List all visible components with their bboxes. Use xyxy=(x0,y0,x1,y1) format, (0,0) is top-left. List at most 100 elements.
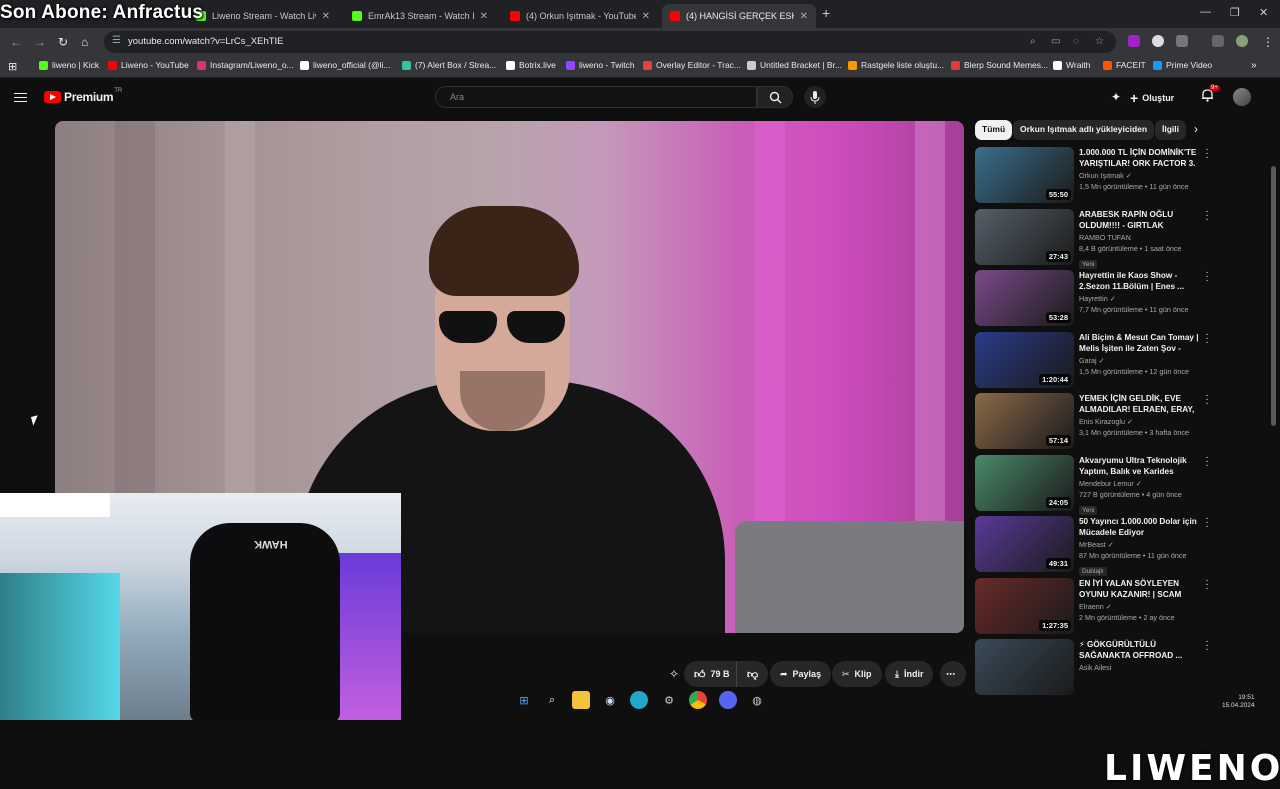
extension-icon[interactable] xyxy=(1128,35,1140,47)
video-title[interactable]: Ali Biçim & Mesut Can Tomay | Melis İşit… xyxy=(1079,332,1199,354)
video-title[interactable]: YEMEK İÇİN GELDİK, EVE ALMADILAR! ELRAEN… xyxy=(1079,393,1199,415)
search-button[interactable] xyxy=(757,86,793,108)
maximize-icon[interactable]: ❐ xyxy=(1230,6,1240,19)
folder-icon[interactable] xyxy=(572,691,590,709)
menu-hamburger-icon[interactable] xyxy=(14,90,27,105)
app-icon[interactable]: ◍ xyxy=(748,691,766,709)
video-card[interactable]: 57:14 YEMEK İÇİN GELDİK, EVE ALMADILAR! E… xyxy=(975,391,1209,451)
video-thumbnail[interactable] xyxy=(975,639,1074,695)
close-window-icon[interactable]: ✕ xyxy=(1259,6,1268,19)
bookmark-item[interactable]: Untitled Bracket | Br... xyxy=(747,60,842,70)
video-card[interactable]: ⚡ GÖKGÜRÜLTÜLÜ SAĞANAKTA OFFROAD ... Asik… xyxy=(975,637,1209,697)
channel-name[interactable]: Mendebur Lemur ✓ xyxy=(1079,479,1199,488)
site-info-icon[interactable]: ☰ xyxy=(112,35,121,46)
youtube-premium-logo[interactable]: Premium TR xyxy=(44,88,122,104)
tab-search-icon[interactable] xyxy=(1212,35,1224,47)
eye-off-icon[interactable]: ◌ xyxy=(1073,36,1079,47)
video-title[interactable]: Akvaryumu Ultra Teknolojik Yaptım, Balık… xyxy=(1079,455,1199,477)
bookmark-item[interactable]: Blerp Sound Memes... xyxy=(951,60,1048,70)
video-card[interactable]: 55:50 1.000.000 TL İÇİN DOMİNİK'TE YARIŞT… xyxy=(975,145,1209,205)
more-vert-icon[interactable]: · · · xyxy=(1205,206,1209,224)
video-card[interactable]: 27:43 ARABESK RAPİN OĞLU OLDUM!!!! - GIRT… xyxy=(975,206,1209,269)
video-thumbnail[interactable]: 24:05 xyxy=(975,454,1074,511)
channel-name[interactable]: Elraenn ✓ xyxy=(1079,602,1199,611)
more-actions-button[interactable]: ⋯ xyxy=(940,661,966,687)
video-thumbnail[interactable]: 55:50 xyxy=(975,147,1074,203)
steam-icon[interactable]: ◉ xyxy=(601,691,619,709)
bookmark-item[interactable]: Wraith xyxy=(1053,60,1090,70)
channel-name[interactable]: MrBeast ✓ xyxy=(1079,540,1199,549)
chip-related[interactable]: İlgili xyxy=(1155,120,1186,140)
video-card[interactable]: 1:20:44 Ali Biçim & Mesut Can Tomay | Mel… xyxy=(975,329,1209,390)
apps-grid-icon[interactable]: ⊞ xyxy=(8,60,17,73)
premium-badge-icon[interactable]: ✦ xyxy=(1111,90,1121,104)
tab-orkun-youtube[interactable]: (4) Orkun Işıtmak - YouTube ✕ xyxy=(502,4,658,28)
sparkle-button[interactable]: ✧ xyxy=(665,661,683,687)
reload-icon[interactable]: ↻ xyxy=(58,35,68,49)
close-icon[interactable]: ✕ xyxy=(642,11,650,22)
more-vert-icon[interactable]: · · · xyxy=(1205,268,1209,286)
bookmark-item[interactable]: Instagram/Liweno_o... xyxy=(197,60,294,70)
bookmark-item[interactable]: FACEIT xyxy=(1103,60,1146,70)
video-title[interactable]: Hayrettin ile Kaos Show - 2.Sezon 11.Böl… xyxy=(1079,270,1199,292)
share-button[interactable]: ➦ Paylaş xyxy=(770,661,832,687)
system-clock[interactable]: 19:51 15.04.2024 xyxy=(1222,694,1255,710)
video-thumbnail[interactable]: 57:14 xyxy=(975,393,1074,449)
like-button[interactable]: 👍︎ 79 B xyxy=(684,661,738,687)
bookmarks-overflow-icon[interactable]: » xyxy=(1251,60,1257,71)
video-thumbnail[interactable]: 27:43 xyxy=(975,208,1074,265)
channel-name[interactable]: Orkun Işıtmak ✓ xyxy=(1079,171,1199,180)
more-vert-icon[interactable]: · · · xyxy=(1205,329,1209,347)
url-text[interactable]: youtube.com/watch?v=LrCs_XEhTIE xyxy=(128,36,284,47)
tab-liweno-kick[interactable]: Liweno Stream - Watch Live on ✕ xyxy=(188,4,338,28)
new-tab-button[interactable]: + xyxy=(822,5,830,21)
video-card[interactable]: 53:28 Hayrettin ile Kaos Show - 2.Sezon 1… xyxy=(975,268,1209,328)
search-input[interactable]: Ara xyxy=(435,86,757,108)
channel-name[interactable]: Garaj ✓ xyxy=(1079,356,1199,365)
forward-icon[interactable]: → xyxy=(34,35,46,49)
more-vert-icon[interactable]: · · · xyxy=(1205,452,1209,470)
video-thumbnail[interactable]: 49:31 xyxy=(975,516,1074,572)
video-title[interactable]: 50 Yayıncı 1.000.000 Dolar için Mücadele… xyxy=(1079,516,1199,538)
video-title[interactable]: ⚡ GÖKGÜRÜLTÜLÜ SAĞANAKTA OFFROAD ... xyxy=(1079,639,1199,661)
more-vert-icon[interactable]: · · · xyxy=(1205,145,1209,163)
profile-avatar[interactable] xyxy=(1236,35,1248,47)
chevron-right-icon[interactable]: › xyxy=(1194,122,1198,136)
bookmark-item[interactable]: (7) Alert Box / Strea... xyxy=(402,60,496,70)
minimize-icon[interactable]: — xyxy=(1200,6,1211,18)
edge-icon[interactable] xyxy=(630,691,648,709)
chip-from-uploader[interactable]: Orkun Işıtmak adlı yükleyiciden xyxy=(1013,120,1155,140)
extension-icon[interactable] xyxy=(1152,35,1164,47)
puzzle-icon[interactable] xyxy=(1176,35,1188,47)
more-vert-icon[interactable]: · · · xyxy=(1205,514,1209,532)
channel-name[interactable]: Hayrettin ✓ xyxy=(1079,294,1199,303)
more-vert-icon[interactable]: · · · xyxy=(1205,637,1209,655)
omnibox[interactable]: ☰ youtube.com/watch?v=LrCs_XEhTIE ⌕ ▭ ◌ … xyxy=(104,31,1116,53)
scrollbar[interactable] xyxy=(1271,166,1276,426)
voice-search-button[interactable] xyxy=(804,86,826,108)
notifications-button[interactable]: 9+ xyxy=(1201,85,1220,107)
bookmark-item[interactable]: Botrix.live xyxy=(506,60,556,70)
download-button[interactable]: ⤓ İndir xyxy=(885,661,934,687)
video-card[interactable]: 1:27:35 EN İYİ YALAN SÖYLEYEN OYUNU KAZAN… xyxy=(975,575,1209,636)
video-title[interactable]: EN İYİ YALAN SÖYLEYEN OYUNU KAZANIR! | S… xyxy=(1079,578,1199,600)
close-icon[interactable]: ✕ xyxy=(800,11,808,22)
more-vert-icon[interactable]: · · · xyxy=(1205,391,1209,409)
video-card[interactable]: 49:31 50 Yayıncı 1.000.000 Dolar için Müc… xyxy=(975,514,1209,576)
bookmark-item[interactable]: liweno | Kick xyxy=(39,60,99,70)
close-icon[interactable]: ✕ xyxy=(322,11,330,22)
chip-all[interactable]: Tümü xyxy=(975,120,1013,140)
zoom-icon[interactable]: ⌕ xyxy=(1030,36,1036,47)
bookmark-item[interactable]: Rastgele liste oluştu... xyxy=(848,60,944,70)
bookmark-item[interactable]: Prime Video xyxy=(1153,60,1212,70)
video-thumbnail[interactable]: 53:28 xyxy=(975,270,1074,326)
video-title[interactable]: 1.000.000 TL İÇİN DOMİNİK'TE YARIŞTILAR!… xyxy=(1079,147,1199,169)
chrome-icon[interactable] xyxy=(689,691,707,709)
more-vert-icon[interactable]: · · · xyxy=(1205,575,1209,593)
tab-active-video[interactable]: (4) HANGİSİ GERÇEK ESKİ SEVG ✕ xyxy=(662,4,816,28)
video-thumbnail[interactable]: 1:20:44 xyxy=(975,331,1074,388)
channel-name[interactable]: Enis Kirazoglu ✓ xyxy=(1079,417,1199,426)
back-icon[interactable]: ← xyxy=(10,35,22,49)
video-title[interactable]: ARABESK RAPİN OĞLU OLDUM!!!! - GIRTLAK P… xyxy=(1079,209,1199,231)
star-icon[interactable]: ☆ xyxy=(1095,36,1104,47)
